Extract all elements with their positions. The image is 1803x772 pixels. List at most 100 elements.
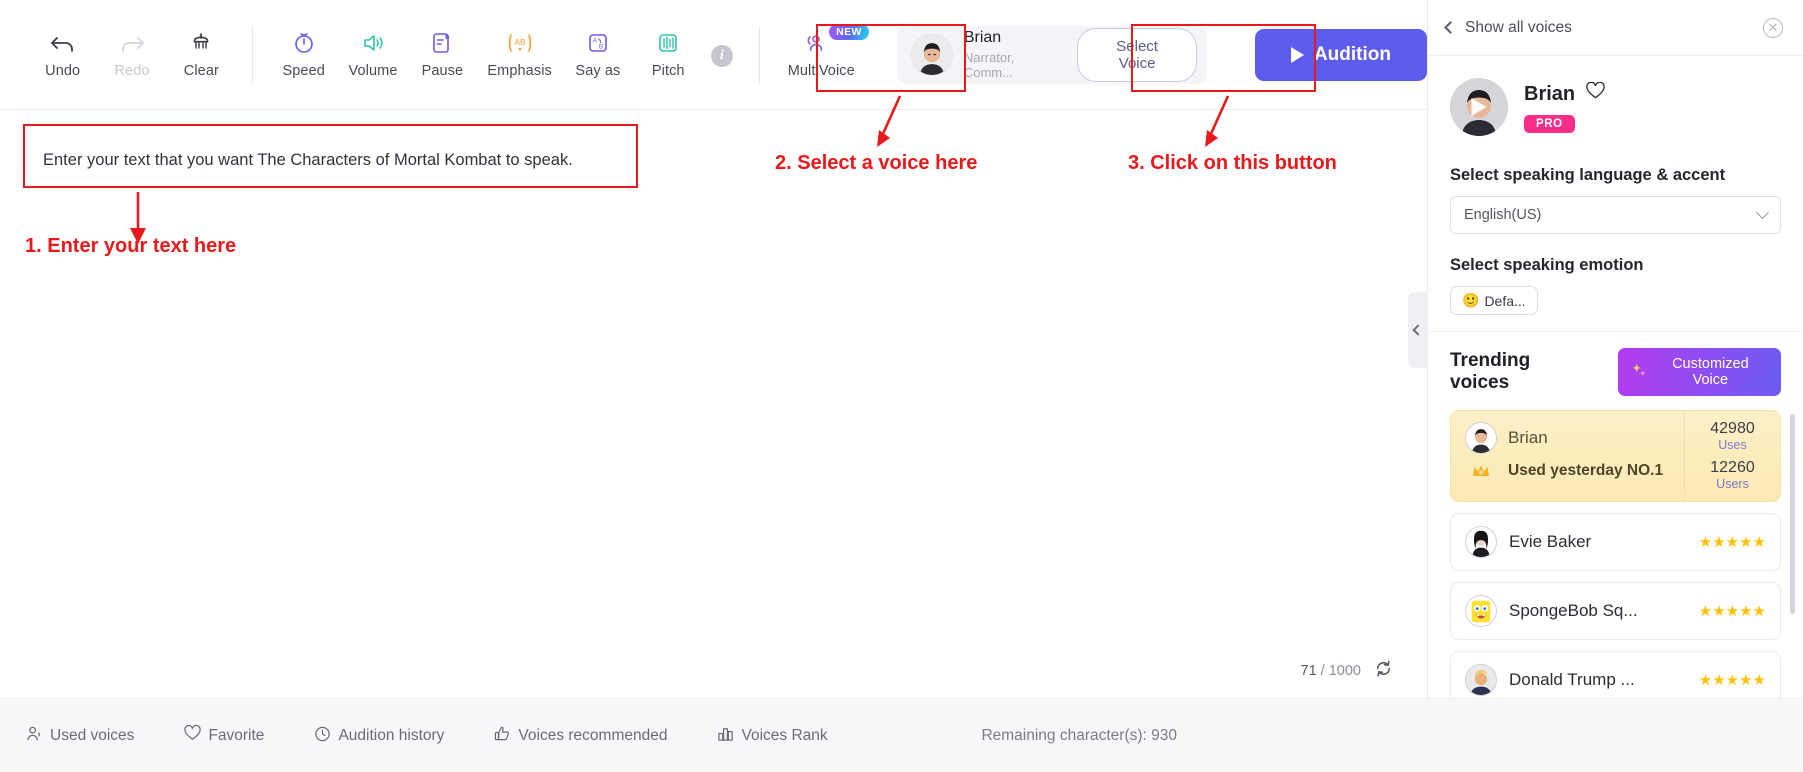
remaining-characters: Remaining character(s): 930 [981, 726, 1177, 744]
info-icon[interactable]: i [710, 44, 733, 67]
bottom-item-voices-recommended[interactable]: Voices recommended [494, 725, 667, 747]
char-current: 71 [1300, 662, 1317, 679]
current-voice-tags: Narrator, Comm... [963, 50, 1015, 80]
uses-caption: Uses [1718, 438, 1747, 453]
pause-label: Pause [421, 63, 464, 79]
undo-icon [50, 30, 76, 56]
customized-voice-label: Customized Voice [1672, 356, 1749, 388]
chevron-left-icon [1444, 21, 1457, 34]
current-voice-meta: Brian Narrator, Comm... [964, 29, 1066, 80]
users-caption: Users [1716, 477, 1749, 492]
char-count-text: 71 / 1000 [1301, 663, 1362, 679]
multivoice-button[interactable]: NEW MultiVoice [776, 24, 869, 79]
featured-stats: 42980 Uses 12260 Users [1684, 411, 1780, 501]
toolbar-divider-2 [758, 26, 760, 83]
voice-selector-group: Brian Narrator, Comm... Select Voice [896, 25, 1207, 84]
refresh-icon[interactable] [1374, 659, 1393, 682]
sidebar-header: Show all voices ✕ [1428, 0, 1803, 56]
svg-text:B: B [599, 44, 603, 51]
emotion-label: Select speaking emotion [1450, 256, 1644, 274]
list-item-featured[interactable]: Brian Used yesterday NO.1 42980 Uses 122… [1450, 410, 1781, 502]
undo-button[interactable]: Undo [28, 30, 97, 79]
audition-button[interactable]: Audition [1254, 28, 1427, 81]
annotation-arrow-3 [1205, 95, 1230, 147]
speed-icon [292, 30, 316, 56]
say-as-button[interactable]: AB Say as [562, 30, 633, 79]
avatar [1465, 663, 1497, 696]
bottom-item-label: Used voices [50, 726, 135, 744]
close-icon[interactable]: ✕ [1763, 17, 1783, 38]
voice-name: Evie Baker [1509, 531, 1592, 551]
sidebar-voice-header: Brian PRO [1450, 56, 1781, 154]
char-separator: / [1320, 662, 1325, 679]
play-icon [1290, 46, 1304, 63]
users-stat: 12260 Users [1710, 459, 1755, 492]
volume-button[interactable]: Volume [338, 30, 407, 79]
bottom-item-favorite[interactable]: Favorite [184, 724, 264, 746]
bottom-bar: Used voices Favorite Audition history Vo… [0, 698, 1803, 772]
current-voice-name: Brian [963, 29, 1002, 46]
toolbar-divider-1 [252, 26, 254, 83]
uses-stat: 42980 Uses [1710, 420, 1755, 453]
featured-note: Used yesterday NO.1 [1508, 462, 1664, 479]
language-select[interactable]: English(US) [1450, 196, 1781, 234]
voice-name: Donald Trump ... [1509, 669, 1635, 689]
emphasis-button[interactable]: AB Emphasis [477, 30, 562, 79]
pitch-label: Pitch [651, 63, 685, 79]
sparkle-icon [1632, 363, 1647, 382]
audition-label: Audition [1313, 43, 1391, 65]
multivoice-label: MultiVoice [787, 63, 855, 79]
sidebar-collapse-handle[interactable] [1408, 292, 1427, 368]
svg-text:AB: AB [514, 37, 526, 47]
sidebar-body: Brian PRO Select speaking language & acc… [1428, 56, 1803, 734]
sidebar-voice-info: Brian PRO [1524, 78, 1605, 133]
language-label: Select speaking language & accent [1450, 166, 1726, 184]
voice-name: SpongeBob Sq... [1509, 600, 1638, 620]
rating-stars: ★★★★★ [1698, 602, 1766, 620]
sidebar-voice-avatar[interactable] [1450, 78, 1508, 136]
volume-label: Volume [348, 63, 398, 79]
character-counter: 71 / 1000 [1301, 659, 1394, 682]
undo-label: Undo [45, 63, 81, 79]
sidebar-scrollbar[interactable] [1790, 414, 1795, 614]
sidebar-voice-name: Brian [1524, 82, 1576, 105]
bottom-item-audition-history[interactable]: Audition history [314, 725, 444, 747]
bottom-item-used-voices[interactable]: Used voices [26, 725, 134, 747]
emoji-icon: 🙂 [1462, 292, 1480, 308]
clear-label: Clear [183, 63, 219, 79]
annotation-arrow-2 [877, 95, 902, 147]
bottom-item-voices-rank[interactable]: Voices Rank [717, 725, 828, 747]
redo-button[interactable]: Redo [97, 30, 166, 79]
pitch-button[interactable]: Pitch [634, 30, 703, 79]
pause-icon [430, 30, 454, 56]
emotion-chip-default[interactable]: 🙂 Defa... [1450, 286, 1538, 315]
trending-voice-list: Brian Used yesterday NO.1 42980 Uses 122… [1450, 410, 1795, 709]
pro-badge: PRO [1524, 115, 1575, 133]
editor-area: Enter your text that you want The Charac… [0, 110, 1427, 698]
crown-icon [1465, 462, 1497, 480]
pause-button[interactable]: Pause [408, 30, 477, 79]
pitch-icon [656, 30, 680, 56]
users-count: 12260 [1710, 458, 1755, 476]
speed-button[interactable]: Speed [269, 30, 338, 79]
current-voice-chip[interactable]: Brian Narrator, Comm... [907, 25, 1078, 84]
chevron-left-icon [1411, 324, 1424, 336]
sidebar-divider [1428, 331, 1803, 332]
featured-inner: Brian Used yesterday NO.1 42980 Uses 122… [1451, 411, 1780, 501]
list-item[interactable]: Evie Baker ★★★★★ [1450, 512, 1781, 571]
play-icon [1471, 98, 1487, 116]
emphasis-icon: AB [505, 30, 535, 56]
list-item[interactable]: SpongeBob Sq... ★★★★★ [1450, 581, 1781, 640]
annotation-label-2: 2. Select a voice here [775, 152, 978, 174]
rating-stars: ★★★★★ [1698, 671, 1766, 689]
trending-header: Trending voices Customized Voice [1450, 348, 1781, 396]
show-all-voices-button[interactable]: Show all voices [1444, 19, 1572, 37]
annotation-label-3: 3. Click on this button [1128, 152, 1337, 174]
select-voice-button[interactable]: Select Voice [1077, 27, 1197, 82]
redo-label: Redo [114, 63, 150, 79]
clear-button[interactable]: Clear [167, 30, 236, 79]
heart-icon[interactable] [1586, 81, 1605, 106]
app-root: Undo Redo Clear Speed Volume Pause AB Em… [0, 0, 1803, 772]
redo-icon [119, 30, 145, 56]
customized-voice-button[interactable]: Customized Voice [1617, 348, 1781, 396]
